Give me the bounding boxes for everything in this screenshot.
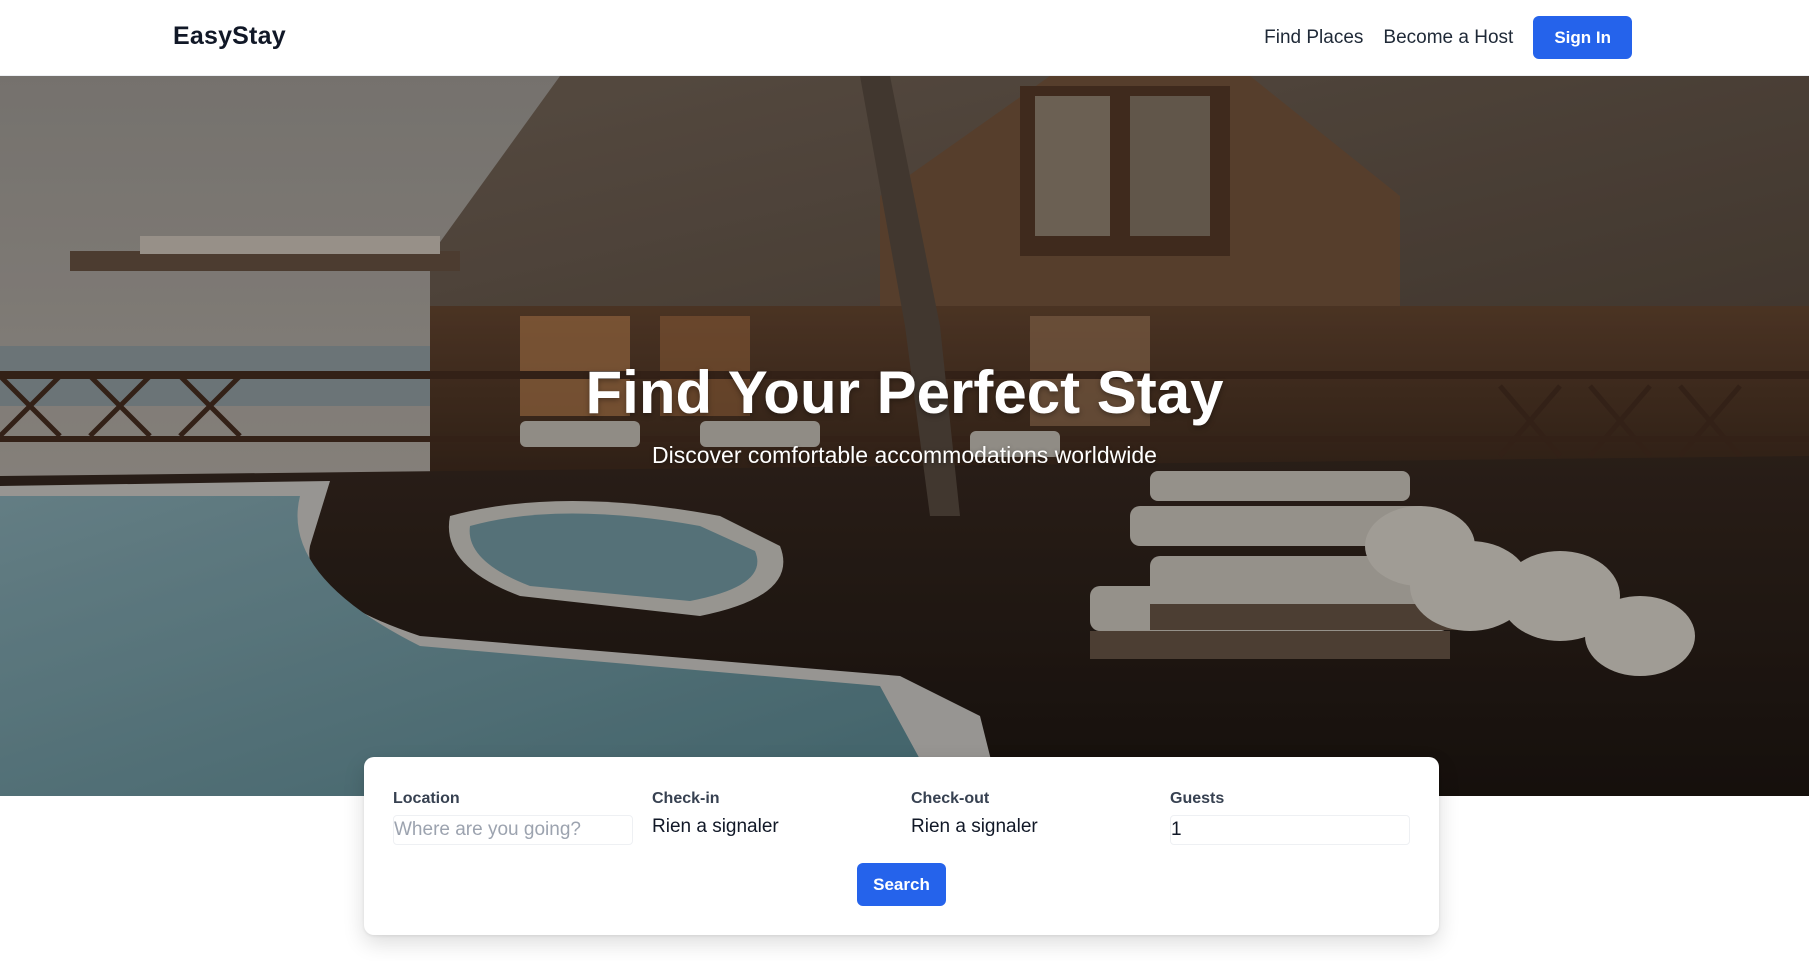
hero-overlay [0, 76, 1809, 796]
checkin-input[interactable]: Rien a signaler [652, 815, 892, 845]
checkin-field: Check-in Rien a signaler [652, 790, 892, 845]
location-field: Location [393, 790, 633, 845]
guests-label: Guests [1170, 790, 1225, 807]
nav-link-become-host[interactable]: Become a Host [1383, 27, 1513, 49]
page: EasyStay Find Places Become a Host Sign … [0, 0, 1809, 961]
checkout-field: Check-out Rien a signaler [911, 790, 1151, 845]
hero-title: Find Your Perfect Stay [585, 359, 1224, 426]
nav-links: Find Places Become a Host Sign In [1264, 16, 1632, 59]
navbar: EasyStay Find Places Become a Host Sign … [0, 0, 1809, 76]
search-card: Location Check-in Rien a signaler Check-… [364, 757, 1439, 935]
checkout-label: Check-out [911, 790, 990, 807]
checkout-input[interactable]: Rien a signaler [911, 815, 1151, 845]
location-input[interactable] [393, 815, 633, 845]
hero-section: Find Your Perfect Stay Discover comforta… [0, 76, 1809, 796]
checkin-label: Check-in [652, 790, 720, 807]
search-button[interactable]: Search [857, 863, 946, 906]
guests-input[interactable] [1170, 815, 1410, 845]
nav-link-find-places[interactable]: Find Places [1264, 27, 1363, 49]
guests-field: Guests [1170, 790, 1410, 845]
sign-in-button[interactable]: Sign In [1533, 16, 1632, 59]
brand-logo[interactable]: EasyStay [173, 22, 286, 51]
location-label: Location [393, 790, 460, 807]
hero-subtitle: Discover comfortable accommodations worl… [652, 442, 1157, 468]
